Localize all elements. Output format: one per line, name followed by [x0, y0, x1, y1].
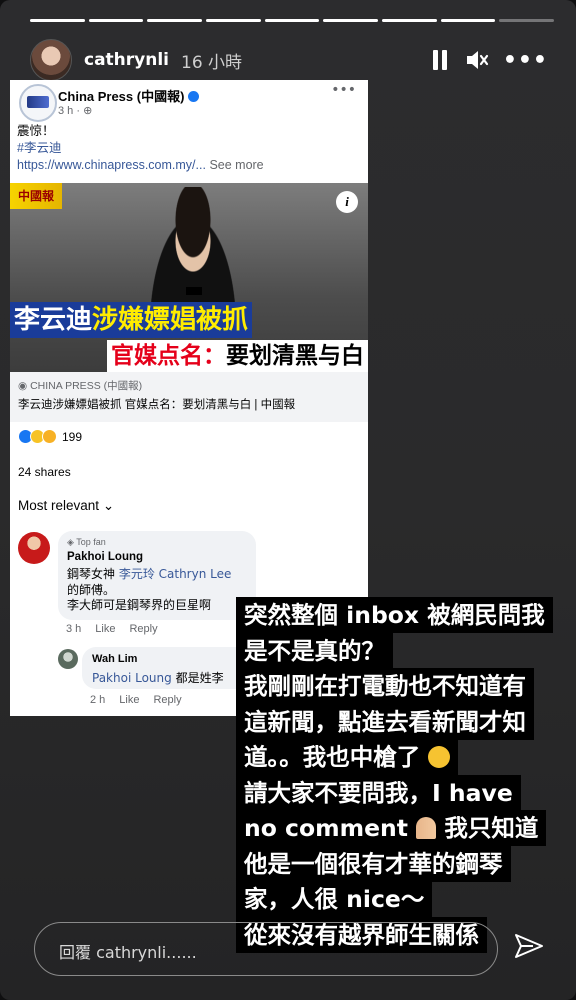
- sad-reaction-icon: [42, 429, 57, 444]
- reply-text: Pakhoi Loung 都是姓李: [92, 671, 224, 685]
- globe-icon: ⊕: [83, 105, 93, 117]
- user-avatar[interactable]: [30, 39, 72, 81]
- post-time: 3 h ·: [58, 105, 84, 117]
- top-fan-icon: ◈: [67, 537, 77, 547]
- send-icon[interactable]: [513, 930, 545, 962]
- link-preview: ◉ CHINA PRESS (中國報) 李云迪涉嫌嫖娼被抓 官媒点名：要划清黑与…: [10, 372, 368, 422]
- story-time: 16 小時: [181, 52, 243, 73]
- link-title: 李云迪涉嫌嫖娼被抓 官媒点名：要划清黑与白 | 中國報: [18, 399, 296, 411]
- reply-name: Wah Lim: [92, 653, 138, 665]
- reply-input[interactable]: 回覆 cathrynli......: [34, 922, 498, 976]
- link-globe-icon: ◉: [18, 380, 31, 392]
- reply-placeholder: 回覆 cathrynli......: [59, 943, 197, 962]
- commenter-name: Pakhoi Loung: [67, 551, 144, 563]
- mute-icon[interactable]: [465, 49, 489, 71]
- story-caption: 突然整個 inbox 被網民問我 是不是真的？ 我剛剛在打電動也不知道有 這新聞…: [236, 597, 576, 953]
- comment-sort: Most relevant ⌄: [18, 498, 115, 513]
- link-source: CHINA PRESS (中國報): [30, 380, 143, 392]
- reply-avatar: [58, 649, 78, 669]
- story-progress-bar: [30, 19, 555, 22]
- reaction-count: 199: [62, 429, 83, 444]
- post-image: 中國報 i 李云迪涉嫌嫖娼被抓 官媒点名：要划清黑与白: [10, 183, 368, 372]
- image-headline-1: 李云迪涉嫌嫖娼被抓: [10, 302, 253, 338]
- page-name: China Press (中國報): [58, 89, 185, 104]
- comment-actions: 3 h Like Reply: [66, 623, 158, 635]
- hashtag: #李云迪: [17, 141, 62, 155]
- image-headline-2: 官媒点名：要划清黑与白: [107, 340, 368, 372]
- more-options-icon[interactable]: •••: [503, 48, 548, 73]
- comment-bubble: ◈ Top fan Pakhoi Loung 鋼琴女神 李元玲 Cathryn …: [58, 531, 256, 620]
- story-header: cathrynli 16 小時 •••: [30, 39, 548, 81]
- crying-emoji-icon: [428, 746, 451, 768]
- post-more-icon: •••: [331, 82, 356, 98]
- post-link: https://www.chinapress.com.my/...: [17, 158, 206, 172]
- username[interactable]: cathrynli: [84, 50, 169, 70]
- image-logo: 中國報: [10, 183, 62, 209]
- commenter-avatar: [18, 532, 50, 564]
- chevron-down-icon: ⌄: [102, 498, 115, 513]
- praying-hands-icon: [416, 817, 437, 839]
- reactions-summary: 199: [18, 429, 82, 444]
- story-viewer: cathrynli 16 小時 ••• China Press (中國報) 3 …: [0, 0, 576, 1000]
- page-logo: [19, 84, 57, 122]
- see-more-link: See more: [209, 158, 264, 172]
- verified-badge-icon: [188, 91, 200, 102]
- pause-icon[interactable]: [432, 50, 451, 70]
- info-icon: i: [336, 191, 358, 213]
- reply-actions: 2 h Like Reply: [90, 694, 182, 706]
- comment-text: 鋼琴女神 李元玲 Cathryn Lee 的師傅。 李大師可是鋼琴界的巨星啊: [67, 567, 232, 612]
- post-text: 震惊！ #李云迪 https://www.chinapress.com.my/.…: [17, 124, 264, 172]
- shares-count: 24 shares: [18, 465, 71, 479]
